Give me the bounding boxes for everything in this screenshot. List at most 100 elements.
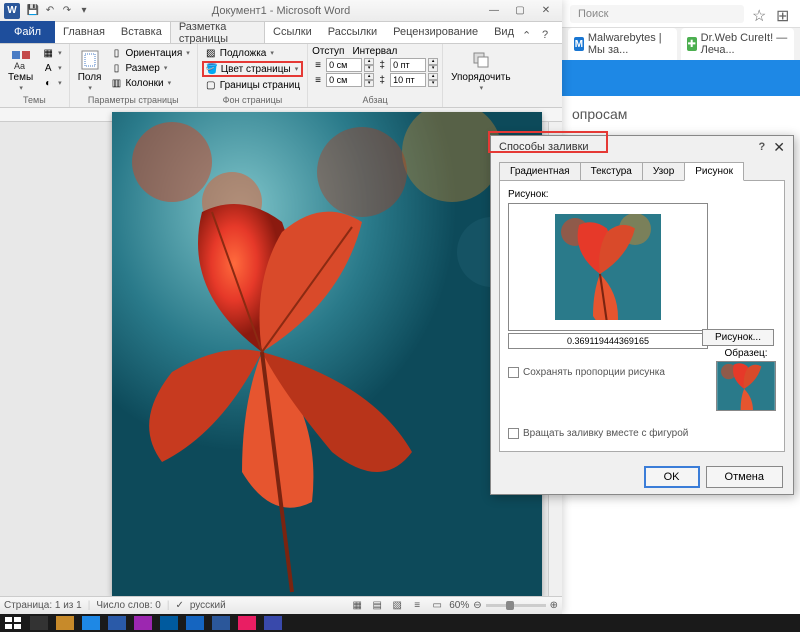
watermark-icon: ▨ — [205, 47, 217, 59]
page-borders-button[interactable]: ▢Границы страниц — [202, 78, 303, 92]
taskbar-app-icon[interactable] — [30, 616, 48, 630]
dialog-help-button[interactable]: ? — [759, 141, 766, 153]
browser-search[interactable]: Поиск — [570, 5, 744, 23]
rotate-with-shape-label: Вращать заливку вместе с фигурой — [523, 428, 688, 439]
tab-picture[interactable]: Рисунок — [684, 162, 744, 181]
extensions-icon[interactable]: ⊞ — [776, 6, 792, 22]
tab-mailings[interactable]: Рассылки — [320, 21, 385, 43]
picture-label: Рисунок: — [508, 189, 776, 200]
taskbar-app-icon[interactable] — [82, 616, 100, 630]
arrange-button[interactable]: Упорядочить ▾ — [447, 46, 515, 94]
view-draft-icon[interactable]: ▭ — [429, 599, 445, 613]
themes-icon: Aa — [10, 49, 32, 71]
spacing-before-input[interactable] — [390, 58, 426, 72]
taskbar-app-icon[interactable] — [160, 616, 178, 630]
taskbar-app-icon[interactable] — [264, 616, 282, 630]
rotate-with-shape-checkbox[interactable] — [508, 428, 519, 439]
sample-area: Образец: — [716, 348, 776, 411]
spin-up[interactable]: ▴ — [428, 58, 438, 65]
zoom-slider[interactable] — [486, 604, 546, 607]
margins-button[interactable]: Поля ▾ — [74, 46, 106, 94]
status-page[interactable]: Страница: 1 из 1 — [4, 600, 82, 611]
zoom-value[interactable]: 60% — [449, 600, 469, 611]
start-button-icon[interactable] — [4, 616, 22, 630]
zoom-handle[interactable] — [506, 601, 514, 610]
select-picture-button[interactable]: Рисунок... — [702, 329, 774, 346]
group-arrange: Упорядочить ▾ — [443, 44, 519, 107]
tab-page-layout[interactable]: Разметка страницы — [170, 21, 265, 43]
themes-button[interactable]: Aa Темы ▾ — [4, 46, 37, 94]
taskbar-app-icon[interactable] — [212, 616, 230, 630]
statusbar: Страница: 1 из 1 | Число слов: 0 | ✓ рус… — [0, 596, 562, 614]
spacing-after-icon: ‡ — [376, 74, 388, 86]
spin-down[interactable]: ▾ — [364, 65, 374, 72]
view-outline-icon[interactable]: ≡ — [409, 599, 425, 613]
minimize-button[interactable]: ― — [482, 3, 506, 19]
spacing-after-input[interactable] — [390, 73, 426, 87]
effects-icon: ◐ — [42, 77, 54, 89]
zoom-out-button[interactable]: ⊖ — [473, 600, 481, 611]
bookmark-malwarebytes[interactable]: M Malwarebytes | Мы за... — [568, 28, 677, 60]
arrange-label: Упорядочить — [451, 72, 511, 83]
size-button[interactable]: ▯Размер▾ — [107, 61, 192, 75]
spin-down[interactable]: ▾ — [364, 80, 374, 87]
page[interactable] — [112, 112, 542, 596]
ok-button[interactable]: OK — [644, 466, 700, 488]
view-web-icon[interactable]: ▧ — [389, 599, 405, 613]
taskbar-app-icon[interactable] — [186, 616, 204, 630]
lock-aspect-checkbox[interactable] — [508, 367, 519, 378]
zoom-in-button[interactable]: ⊕ — [550, 600, 558, 611]
tab-gradient[interactable]: Градиентная — [499, 162, 581, 181]
theme-colors-button[interactable]: ▦▾ — [39, 46, 65, 60]
borders-icon: ▢ — [205, 79, 217, 91]
qat-dropdown-icon[interactable]: ▾ — [77, 4, 91, 18]
maximize-button[interactable]: ▢ — [508, 3, 532, 19]
taskbar-app-icon[interactable] — [108, 616, 126, 630]
bookmark-drweb[interactable]: ✚ Dr.Web CureIt! — Леча... — [681, 28, 794, 60]
indent-left-icon: ≡ — [312, 59, 324, 71]
taskbar-app-icon[interactable] — [134, 616, 152, 630]
cancel-button[interactable]: Отмена — [706, 466, 783, 488]
bookmark-label: Dr.Web CureIt! — Леча... — [701, 32, 788, 56]
view-print-layout-icon[interactable]: ▦ — [349, 599, 365, 613]
tab-references[interactable]: Ссылки — [265, 21, 320, 43]
minimize-ribbon-icon[interactable]: ⌃ — [522, 29, 536, 43]
picture-preview — [508, 203, 708, 331]
tab-home[interactable]: Главная — [55, 21, 113, 43]
page-color-button[interactable]: 🪣Цвет страницы▾ — [202, 61, 303, 77]
proofing-icon[interactable]: ✓ — [175, 600, 183, 611]
undo-icon[interactable]: ↶ — [43, 4, 57, 18]
theme-effects-button[interactable]: ◐▾ — [39, 76, 65, 90]
tab-insert[interactable]: Вставка — [113, 21, 170, 43]
themes-label: Темы — [8, 72, 33, 83]
dialog-body: Рисунок: 0.369119444369165 Рисунок... Со… — [499, 180, 785, 452]
spin-down[interactable]: ▾ — [428, 80, 438, 87]
close-button[interactable]: ✕ — [534, 3, 558, 19]
bookmark-icon[interactable]: ☆ — [752, 6, 768, 22]
help-icon[interactable]: ? — [542, 29, 556, 43]
spin-down[interactable]: ▾ — [428, 65, 438, 72]
save-icon[interactable]: 💾 — [26, 4, 40, 18]
status-language[interactable]: русский — [190, 600, 226, 611]
tab-review[interactable]: Рецензирование — [385, 21, 486, 43]
taskbar-app-icon[interactable] — [238, 616, 256, 630]
indent-left-input[interactable] — [326, 58, 362, 72]
theme-fonts-button[interactable]: A▾ — [39, 61, 65, 75]
taskbar-app-icon[interactable] — [56, 616, 74, 630]
bookmark-label: Malwarebytes | Мы за... — [588, 32, 671, 56]
spin-up[interactable]: ▴ — [428, 73, 438, 80]
watermark-button[interactable]: ▨Подложка▾ — [202, 46, 303, 60]
orientation-button[interactable]: ▯Ориентация▾ — [107, 46, 192, 60]
spin-up[interactable]: ▴ — [364, 73, 374, 80]
tab-texture[interactable]: Текстура — [580, 162, 643, 181]
tab-view[interactable]: Вид — [486, 21, 522, 43]
redo-icon[interactable]: ↷ — [60, 4, 74, 18]
status-word-count[interactable]: Число слов: 0 — [96, 600, 160, 611]
tab-pattern[interactable]: Узор — [642, 162, 685, 181]
columns-button[interactable]: ▥Колонки▾ — [107, 76, 192, 90]
view-reading-icon[interactable]: ▤ — [369, 599, 385, 613]
dialog-close-button[interactable]: ✕ — [773, 139, 785, 156]
file-tab[interactable]: Файл — [0, 21, 55, 43]
spin-up[interactable]: ▴ — [364, 58, 374, 65]
indent-right-input[interactable] — [326, 73, 362, 87]
